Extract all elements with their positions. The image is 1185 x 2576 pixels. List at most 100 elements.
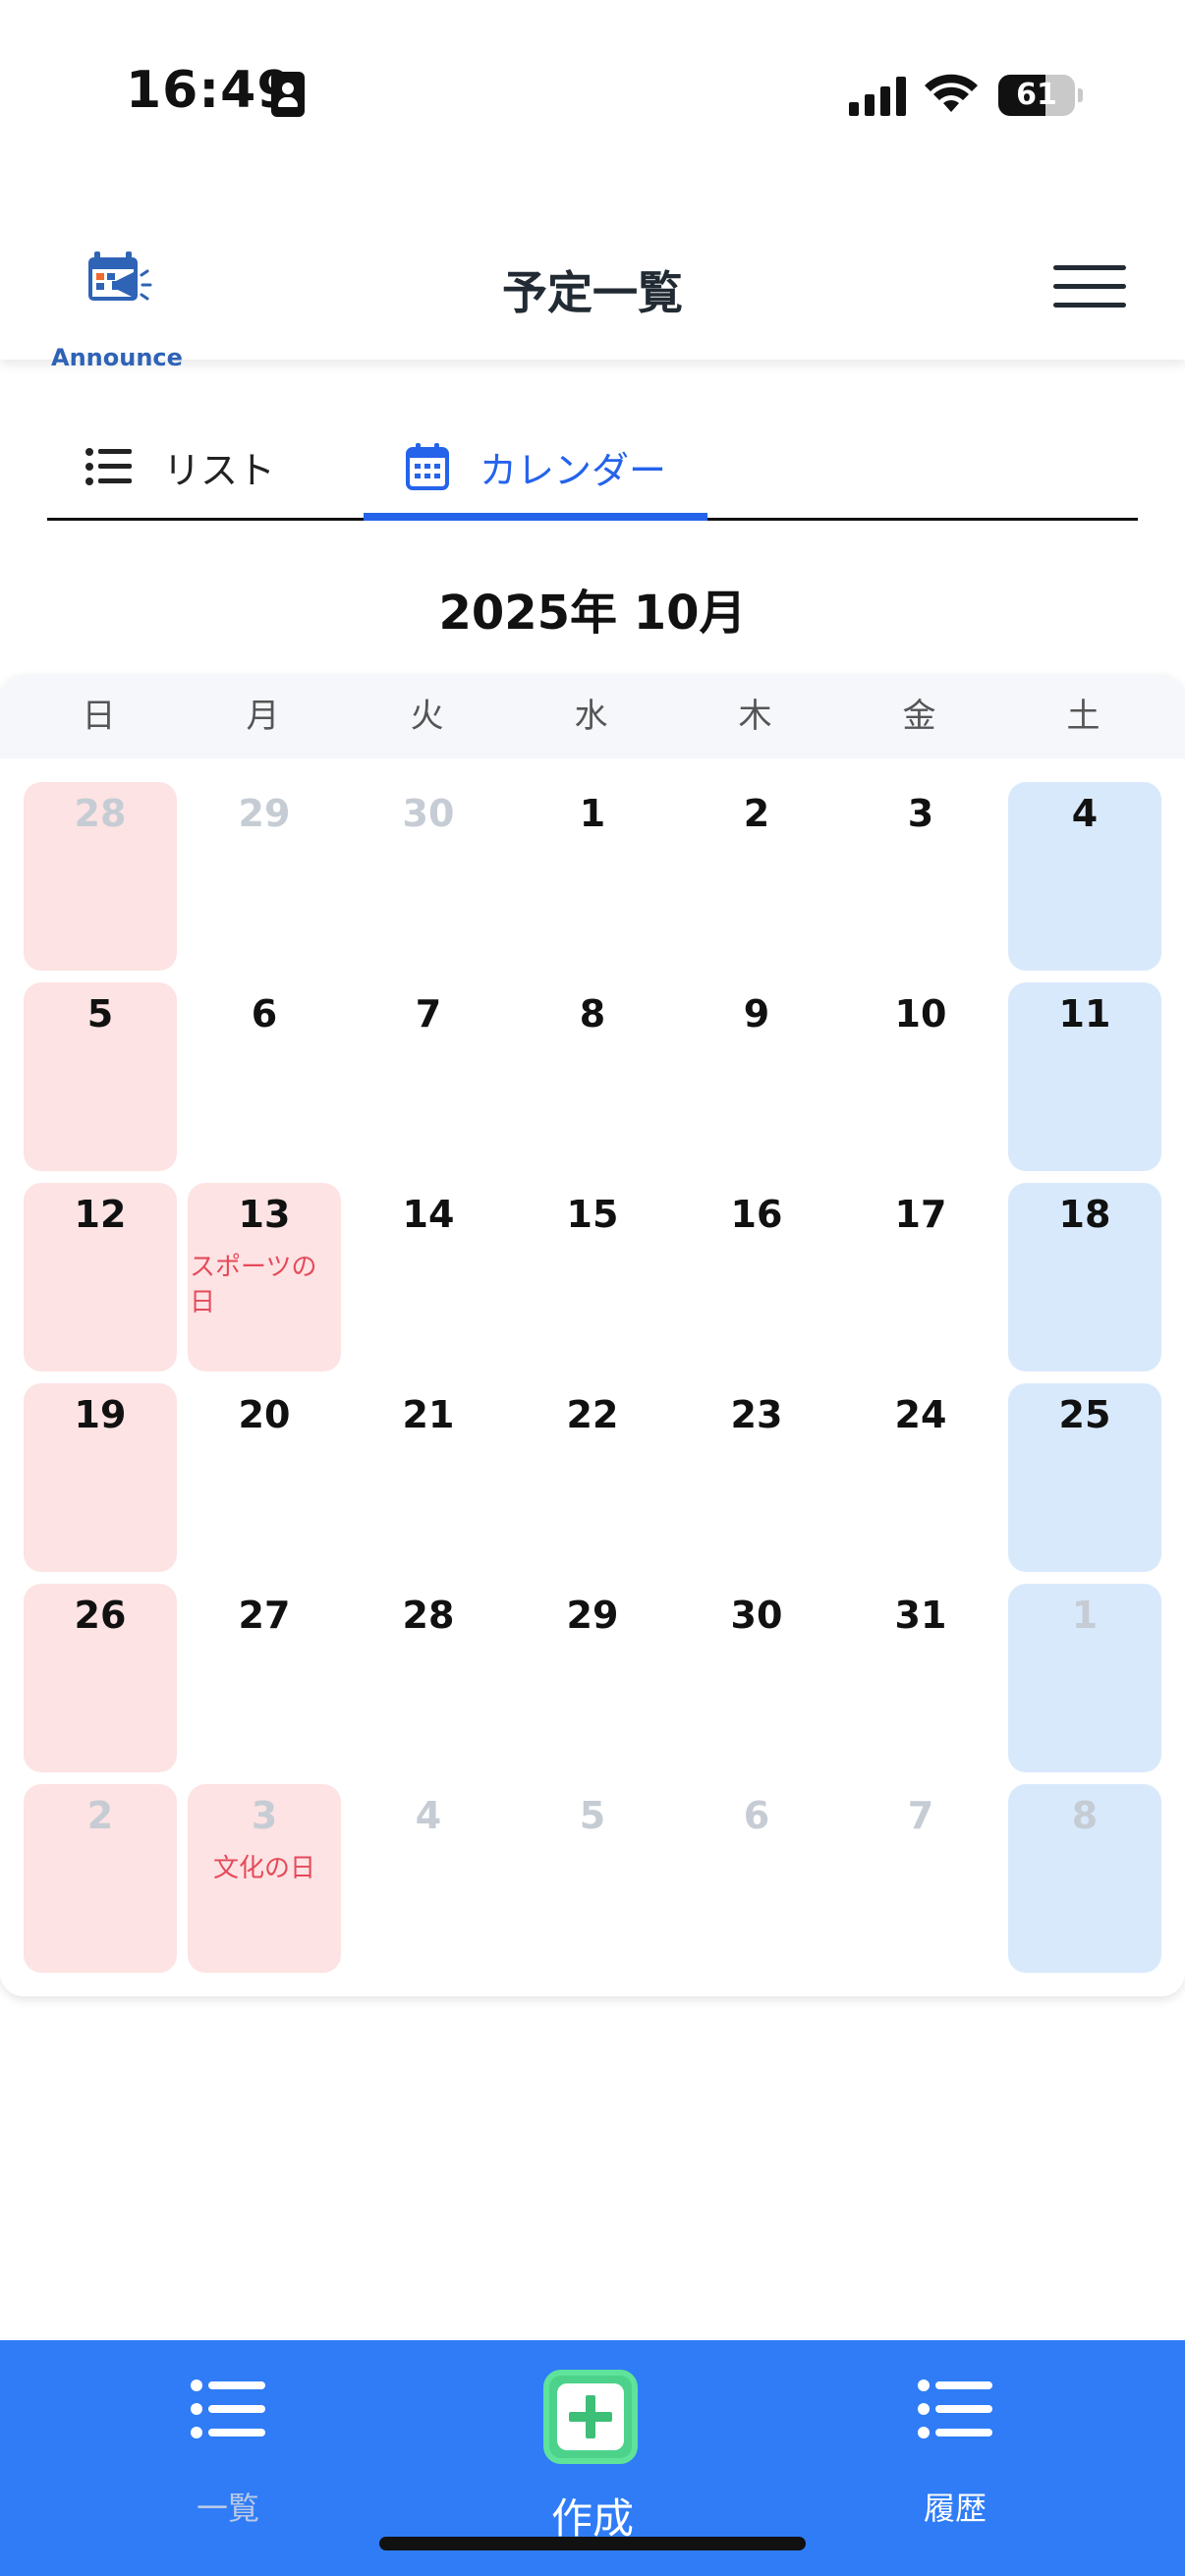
calendar-day-cell[interactable]: 9 [680,982,833,1171]
day-number: 13 [238,1193,291,1236]
calendar-day-cell[interactable]: 29 [516,1584,669,1772]
active-tab-indicator [364,513,707,521]
weekday-sat: 土 [1066,697,1100,736]
day-number: 19 [74,1393,127,1436]
weekday-thu: 木 [738,697,772,736]
day-number: 6 [743,1794,770,1837]
calendar-day-cell[interactable]: 8 [1008,1784,1161,1973]
weekday-wed: 水 [574,697,608,736]
calendar-day-cell[interactable]: 2 [24,1784,177,1973]
calendar-day-cell[interactable]: 7 [352,982,505,1171]
page-title: 予定一覧 [502,266,683,319]
calendar-day-cell[interactable]: 15 [516,1183,669,1372]
day-number: 29 [566,1594,619,1637]
calendar-day-cell[interactable]: 29 [188,782,341,971]
calendar-day-cell[interactable]: 7 [844,1784,997,1973]
calendar-day-cell[interactable]: 1 [516,782,669,971]
calendar-day-cell[interactable]: 3 文化の日 [188,1784,341,1973]
weekday-sun: 日 [82,697,116,736]
calendar-day-cell[interactable]: 22 [516,1383,669,1572]
day-number: 4 [1071,792,1099,835]
home-indicator [379,2537,806,2550]
battery-icon: 61 [998,75,1075,116]
calendar-day-cell[interactable]: 19 [24,1383,177,1572]
day-number: 1 [579,792,606,835]
nav-list-label: 一覧 [196,2490,259,2527]
day-number: 8 [1071,1794,1099,1837]
calendar-day-cell[interactable]: 17 [844,1183,997,1372]
calendar-grid: 日 月 火 水 木 金 土 28 29 30 1 2 3 4 5 6 7 8 9 10 11 12 13 スポー… [0,674,1185,1996]
app-header: Announce 予定一覧 [0,196,1185,371]
calendar-day-cell[interactable]: 31 [844,1584,997,1772]
calendar-day-cell[interactable]: 4 [352,1784,505,1973]
day-number: 9 [743,992,770,1036]
calendar-day-cell[interactable]: 23 [680,1383,833,1572]
calendar-day-cell[interactable]: 28 [24,782,177,971]
tab-calendar-label: カレンダー [479,448,666,492]
day-number: 25 [1058,1393,1111,1436]
logo-text: Announce [51,344,183,371]
status-time: 16:49 [126,61,294,120]
day-number: 3 [251,1794,278,1837]
calendar-icon [405,443,449,490]
calendar-day-cell[interactable]: 28 [352,1584,505,1772]
day-number: 17 [894,1193,947,1236]
day-number: 30 [402,792,455,835]
day-number: 7 [907,1794,934,1837]
weekday-mon: 月 [246,697,280,736]
calendar-day-cell[interactable]: 10 [844,982,997,1171]
calendar-day-cell[interactable]: 20 [188,1383,341,1572]
tab-calendar[interactable]: カレンダー [364,413,707,521]
contact-card-icon [271,72,305,117]
day-number: 1 [1071,1594,1099,1637]
calendar-day-cell[interactable]: 13 スポーツの日 [188,1183,341,1372]
calendar-day-cell[interactable]: 5 [516,1784,669,1973]
calendar-day-cell[interactable]: 6 [680,1784,833,1973]
calendar-day-cell[interactable]: 5 [24,982,177,1171]
calendar-day-cell[interactable]: 26 [24,1584,177,1772]
day-number: 23 [730,1393,783,1436]
day-number: 31 [894,1594,947,1637]
tab-list-label: リスト [163,448,276,492]
day-number: 18 [1058,1193,1111,1236]
day-number: 2 [86,1794,114,1837]
calendar-day-cell[interactable]: 16 [680,1183,833,1372]
calendar-day-cell[interactable]: 4 [1008,782,1161,971]
nav-history-button[interactable]: 履歴 [857,2340,1053,2576]
day-number: 5 [86,992,114,1036]
nav-history-label: 履歴 [923,2490,987,2527]
calendar-day-cell[interactable]: 8 [516,982,669,1171]
calendar-day-cell[interactable]: 1 [1008,1584,1161,1772]
calendar-day-cell[interactable]: 30 [352,782,505,971]
calendar-day-cell[interactable]: 30 [680,1584,833,1772]
day-number: 30 [730,1594,783,1637]
day-number: 10 [894,992,947,1036]
weekday-fri: 金 [902,697,936,736]
tab-list[interactable]: リスト [85,413,369,521]
list-icon [918,2380,992,2438]
cellular-signal-icon [849,77,908,116]
calendar-day-cell[interactable]: 25 [1008,1383,1161,1572]
battery-percent: 61 [1016,78,1057,112]
calendar-day-cell[interactable]: 11 [1008,982,1161,1171]
hamburger-menu-button[interactable] [1053,265,1126,308]
day-number: 4 [415,1794,442,1837]
calendar-day-cell[interactable]: 27 [188,1584,341,1772]
nav-list-button[interactable]: 一覧 [130,2340,326,2576]
calendar-day-cell[interactable]: 14 [352,1183,505,1372]
day-number: 16 [730,1193,783,1236]
calendar-day-cell[interactable]: 2 [680,782,833,971]
calendar-day-cell[interactable]: 3 [844,782,997,971]
list-icon [85,448,132,485]
calendar-day-cell[interactable]: 24 [844,1383,997,1572]
calendar-day-cell[interactable]: 12 [24,1183,177,1372]
weekday-tue: 火 [410,697,444,736]
list-icon [191,2380,265,2438]
calendar-day-cell[interactable]: 6 [188,982,341,1171]
battery-nub [1078,88,1083,102]
day-number: 5 [579,1794,606,1837]
status-bar: 16:49 61 [0,0,1185,196]
calendar-day-cell[interactable]: 18 [1008,1183,1161,1372]
day-number: 7 [415,992,442,1036]
calendar-day-cell[interactable]: 21 [352,1383,505,1572]
